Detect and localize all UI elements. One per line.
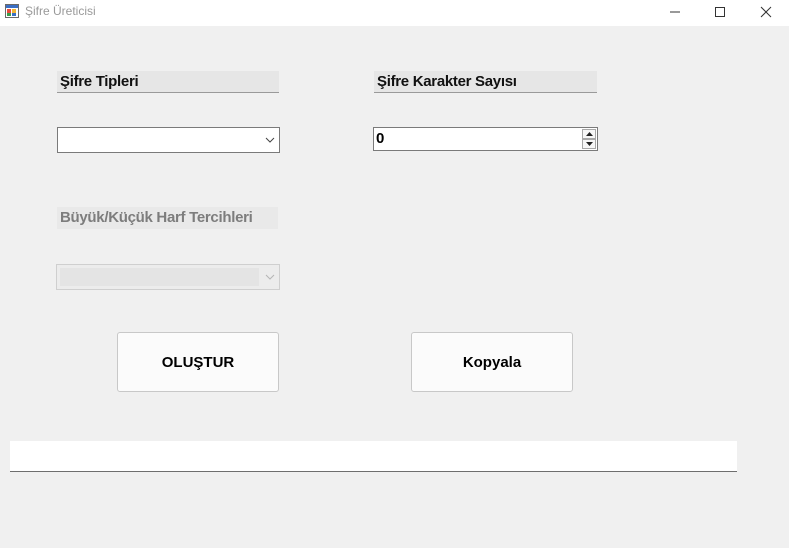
copy-button[interactable]: Kopyala [411, 332, 573, 392]
maximize-button[interactable] [697, 0, 743, 24]
spin-down-icon [585, 142, 593, 146]
minimize-icon [670, 11, 680, 13]
close-icon [760, 6, 772, 18]
app-window: Şifre Üreticisi Şifre Tipleri Şifre Kara… [0, 0, 789, 548]
char-count-label: Şifre Karakter Sayısı [374, 71, 597, 93]
case-preference-value-area [60, 268, 259, 286]
case-preferences-label: Büyük/Küçük Harf Tercihleri [57, 207, 278, 229]
chevron-down-icon [265, 137, 275, 143]
title-bar: Şifre Üreticisi [0, 0, 789, 26]
password-type-dropdown[interactable] [57, 127, 280, 153]
spin-up-button[interactable] [582, 129, 596, 139]
char-count-stepper[interactable]: 0 [373, 127, 598, 151]
create-button[interactable]: OLUŞTUR [117, 332, 279, 392]
password-output-field[interactable] [10, 441, 737, 472]
spin-down-button[interactable] [582, 139, 596, 149]
close-button[interactable] [743, 0, 789, 24]
chevron-down-icon [265, 274, 275, 280]
case-preference-dropdown [56, 264, 280, 290]
password-types-label: Şifre Tipleri [57, 71, 279, 93]
spin-up-icon [585, 132, 593, 136]
app-window-icon [5, 4, 19, 18]
window-title: Şifre Üreticisi [25, 4, 96, 18]
minimize-button[interactable] [652, 0, 698, 24]
maximize-icon [715, 7, 725, 17]
char-count-value: 0 [376, 130, 385, 147]
